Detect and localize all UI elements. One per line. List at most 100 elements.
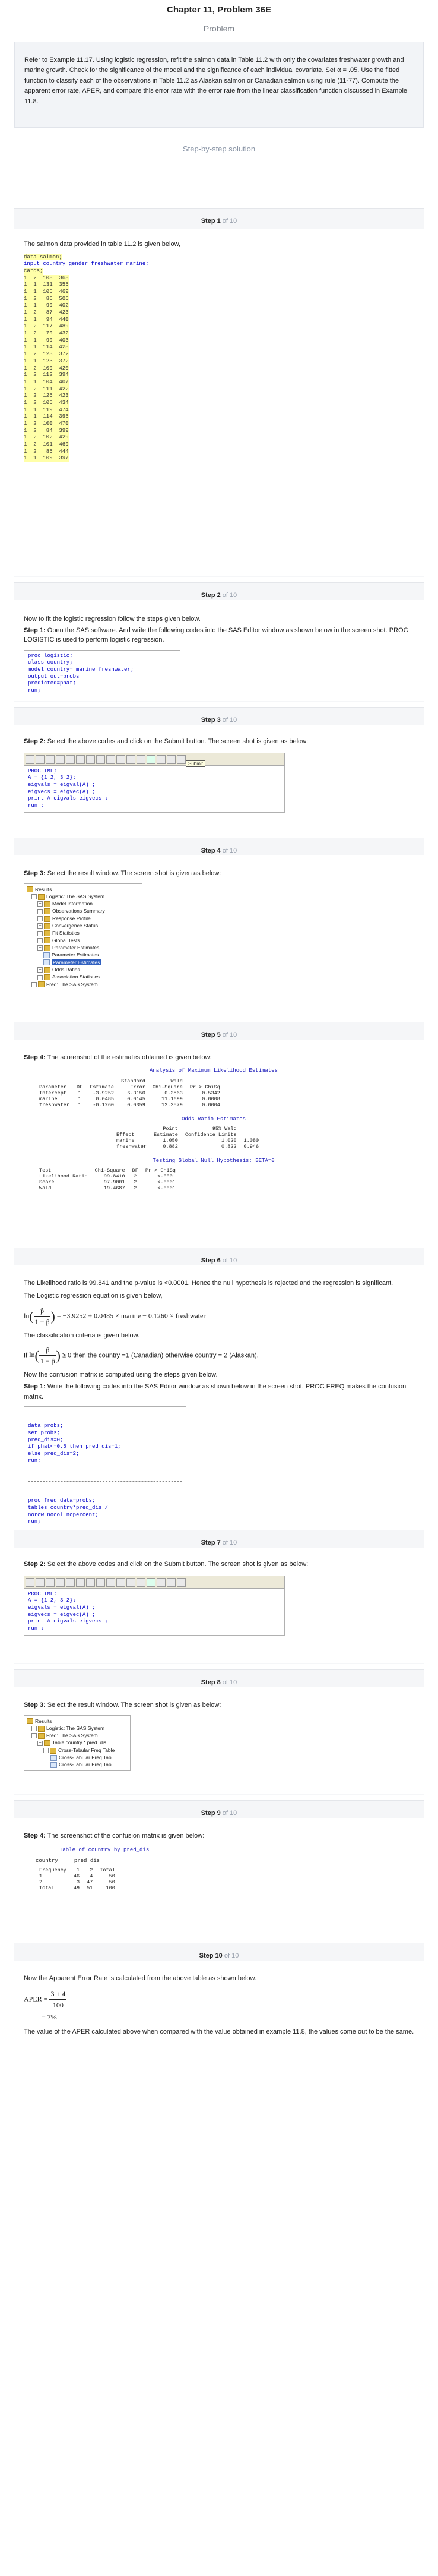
results-icon[interactable] — [126, 755, 135, 764]
table-icon — [50, 1762, 57, 1769]
sas-editor-iml[interactable]: PROC IML; A = {1 2, 3 2}; eigvals = eigval… — [24, 765, 285, 813]
tree-item[interactable]: + Observations Summary — [37, 907, 139, 915]
preview-icon[interactable] — [66, 755, 75, 764]
code-line: A = {1 2, 3 2}; — [28, 775, 77, 781]
table-row: freshwater 0.882 0.822 0.946 — [113, 1144, 262, 1150]
tree-freq[interactable]: + Freq: The SAS System — [27, 981, 139, 988]
table-cell: Standard — [121, 1078, 145, 1084]
table-row: Standard Wald — [36, 1078, 224, 1084]
table-cell: Wald — [39, 1185, 52, 1191]
folder-icon — [50, 1747, 56, 1754]
table-cell: Parameter — [39, 1084, 66, 1090]
folder-icon — [44, 1740, 50, 1747]
code-line: 1 2 117 489 — [24, 323, 69, 331]
paste-icon[interactable] — [96, 755, 105, 764]
code-line: model country= marine freshwater; — [28, 666, 134, 673]
tree-item[interactable]: + Association Statistics — [37, 973, 139, 980]
code-line: run; — [28, 1457, 41, 1464]
step-3-heading: Step 3 of 10 — [201, 716, 237, 724]
table-cell: 1 — [78, 1096, 81, 1102]
table-icon — [50, 1754, 57, 1761]
tree-item[interactable]: + Response Profile — [37, 915, 139, 922]
print-icon[interactable] — [56, 755, 65, 764]
help-icon[interactable] — [177, 1577, 186, 1587]
sas-editor-freq[interactable]: data probs; set probs; pred_dis=0; if phat<… — [24, 1406, 186, 1543]
table-cell: 12.3579 — [161, 1101, 183, 1108]
preview-icon[interactable] — [66, 1577, 75, 1587]
tree-item[interactable]: − Parameter Estimates — [37, 944, 139, 951]
code-line: proc logistic; — [28, 652, 73, 659]
tree-cross-item-2[interactable]: Cross-Tabular Freq Tab — [27, 1761, 128, 1769]
help-icon[interactable] — [177, 755, 186, 764]
print-icon[interactable] — [56, 1577, 65, 1587]
open-icon[interactable] — [36, 1577, 45, 1587]
step-1-body: The salmon data provided in table 11.2 i… — [14, 229, 424, 576]
tree-item[interactable]: + Model Information — [37, 900, 139, 907]
folder-icon — [38, 894, 45, 900]
estimates-output: Analysis of Maximum Likelihood Estimates… — [24, 1068, 414, 1191]
options-icon[interactable] — [137, 755, 145, 764]
table-cell: Chi-Square — [152, 1084, 183, 1090]
results-root-2[interactable]: Results — [27, 1718, 128, 1725]
sas-editor-logistic[interactable]: proc logistic; class country; model countr… — [24, 649, 180, 697]
tree-logistic[interactable]: − Logistic: The SAS System — [27, 893, 139, 900]
step-6-body: The Likelihood ratio is 99.841 and the p… — [14, 1265, 424, 1543]
table-row: Intercept 1 -3.9252 6.3150 0.3863 0.5342 — [36, 1090, 224, 1096]
tree-cross[interactable]: − Cross-Tabular Freq Table — [27, 1747, 128, 1754]
run-icon[interactable] — [147, 1577, 155, 1587]
clear-icon[interactable] — [157, 1577, 166, 1587]
break-icon[interactable] — [167, 1577, 176, 1587]
open-icon[interactable] — [36, 755, 45, 764]
results-icon[interactable] — [126, 1577, 135, 1587]
tree-item[interactable]: + Convergence Status — [37, 922, 139, 929]
step-4-body: Step 3: Select the result window. The sc… — [14, 855, 424, 1016]
table-cell: 1.080 — [243, 1137, 259, 1144]
table-cell: <.0001 — [157, 1173, 176, 1179]
table-cell: DF — [132, 1167, 138, 1173]
code-line: eigvecs = eigvec(A) ; — [28, 1611, 96, 1618]
classification-criteria: If ln(p̂ 1 − p̂) ≥ 0 then the country =1 … — [24, 1345, 259, 1365]
tree-table[interactable]: − Table country * pred_dis — [27, 1739, 128, 1747]
code-line: 1 1 99 403 — [24, 337, 69, 345]
folder-icon — [38, 1725, 45, 1732]
tree-logistic-2[interactable]: + Logistic: The SAS System — [27, 1725, 128, 1732]
tree-cross-item-1[interactable]: Cross-Tabular Freq Tab — [27, 1754, 128, 1761]
aper-equation: APER = 3 + 4 100 — [24, 1989, 67, 2009]
save-icon[interactable] — [46, 755, 55, 764]
cut-icon[interactable] — [76, 755, 85, 764]
paste-icon[interactable] — [96, 1577, 105, 1587]
tree-item[interactable]: + Global Tests — [37, 937, 139, 944]
cut-icon[interactable] — [76, 1577, 85, 1587]
table-cell: freshwater — [39, 1101, 70, 1108]
copy-icon[interactable] — [86, 1577, 95, 1587]
step-5-text: Step 4: The screenshot of the estimates … — [24, 1054, 212, 1061]
code-line: print A eigvals eigvecs ; — [28, 795, 109, 802]
table-cell: 2 — [134, 1173, 137, 1179]
results-root[interactable]: Results — [27, 886, 139, 893]
explorer-icon[interactable] — [116, 755, 125, 764]
new-icon[interactable] — [26, 1577, 34, 1587]
new-icon[interactable] — [26, 755, 34, 764]
code-line: run; — [28, 1519, 41, 1525]
tree-item[interactable]: + Fit Statistics — [37, 929, 139, 937]
options-icon[interactable] — [137, 1577, 145, 1587]
clear-icon[interactable] — [157, 755, 166, 764]
tree-sub-1[interactable]: Parameter Estimates — [27, 951, 139, 959]
undo-icon[interactable] — [106, 755, 115, 764]
undo-icon[interactable] — [106, 1577, 115, 1587]
code-line: run ; — [28, 1625, 45, 1631]
tree-item[interactable]: + Odds Ratios — [37, 966, 139, 973]
copy-icon[interactable] — [86, 755, 95, 764]
folder-icon — [44, 937, 50, 944]
sas-toolbar-2 — [24, 1575, 285, 1589]
table-cell: 100 — [106, 1884, 115, 1891]
explorer-icon[interactable] — [116, 1577, 125, 1587]
code-line: A = {1 2, 3 2}; — [28, 1598, 77, 1604]
table-cell: Frequency — [39, 1867, 66, 1873]
break-icon[interactable] — [167, 755, 176, 764]
sas-editor-iml-2[interactable]: PROC IML; A = {1 2, 3 2}; eigvals = eigval… — [24, 1588, 285, 1636]
save-icon[interactable] — [46, 1577, 55, 1587]
tree-sub-2[interactable]: Parameter Estimates — [27, 959, 139, 966]
tree-freq-2[interactable]: − Freq: The SAS System — [27, 1732, 128, 1739]
run-icon[interactable] — [147, 755, 155, 764]
